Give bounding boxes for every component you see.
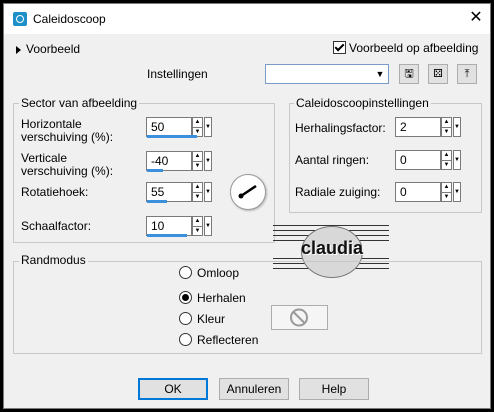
v-offset-input[interactable]: -40 [146,151,192,171]
edge-option-repeat-label: Herhalen [197,291,246,305]
screenshot-frame: Caleidoscoop ✕ Voorbeeld Voorbeeld op af… [0,0,494,412]
repeat-spinner[interactable]: ▲ ▼ [441,117,452,137]
reset-preset-button[interactable]: ⤒ [457,64,477,84]
edge-option-repeat[interactable]: Herhalen [179,291,246,305]
spin-up-icon[interactable]: ▲ [442,151,451,161]
rotation-input[interactable]: 55 [146,182,192,202]
radio-color[interactable] [179,312,192,325]
edge-option-wrap-label: Omloop [197,266,240,280]
dice-icon: ⚄ [433,68,443,80]
expand-triangle-icon [16,45,21,54]
rotation-dial[interactable] [230,174,266,210]
presets-combo[interactable]: ▼ [265,64,389,84]
h-offset-label-line2: verschuiving (%): [21,130,114,144]
spin-down-icon[interactable]: ▼ [193,193,202,202]
spin-up-icon[interactable]: ▲ [193,217,202,227]
repeat-label: Herhalingsfactor: [295,121,386,135]
rings-input[interactable]: 0 [395,150,441,170]
spin-down-icon[interactable]: ▼ [193,162,202,171]
spin-up-icon[interactable]: ▲ [442,183,451,193]
spin-down-icon[interactable]: ▼ [442,161,451,170]
random-preset-button[interactable]: ⚄ [428,64,448,84]
h-offset-label-line1: Horizontale [21,117,82,131]
app-icon [13,12,27,26]
v-offset-slider[interactable] [147,169,163,172]
edge-option-color[interactable]: Kleur [179,312,225,326]
rings-spinner[interactable]: ▲ ▼ [441,150,452,170]
preview-toggle[interactable]: Voorbeeld [16,42,80,56]
scale-label: Schaalfactor: [21,219,92,233]
rings-label: Aantal ringen: [295,153,370,167]
checkmark-icon [334,41,345,52]
v-offset-label-line1: Verticale [21,151,68,165]
presets-label: Instellingen [147,67,208,81]
kaleido-group-title: Caleidoscoopinstellingen [294,96,431,110]
sector-group-title: Sector van afbeelding [19,96,140,110]
spin-up-icon[interactable]: ▲ [442,118,451,128]
chevron-down-icon[interactable]: ▼ [372,65,388,83]
rotation-spinner[interactable]: ▲ ▼ [192,182,203,202]
radio-wrap[interactable] [179,266,192,279]
preview-on-image-label: Voorbeeld op afbeelding [349,41,479,55]
scale-slider[interactable] [147,234,187,237]
edge-color-swatch[interactable] [271,305,328,330]
preview-on-image-option[interactable]: Voorbeeld op afbeelding [333,41,478,55]
title-bar[interactable]: Caleidoscoop ✕ [4,4,490,34]
preview-toggle-label: Voorbeeld [26,42,81,56]
h-offset-input[interactable]: 50 [146,117,192,137]
repeat-dropdown[interactable]: ▼ [453,117,461,137]
spin-up-icon[interactable]: ▲ [193,118,202,128]
dial-needle-icon [238,184,257,199]
h-offset-spinner[interactable]: ▲ ▼ [192,117,203,137]
help-button[interactable]: Help [299,378,369,400]
rotation-slider[interactable] [147,200,167,203]
scale-dropdown[interactable]: ▼ [204,216,212,236]
spin-down-icon[interactable]: ▼ [193,227,202,236]
watermark-text: claudia [300,238,364,258]
no-entry-icon [290,308,308,327]
reset-icon: ⤒ [464,68,470,80]
preview-on-image-checkbox[interactable] [333,41,346,54]
spin-up-icon[interactable]: ▲ [193,183,202,193]
radio-reflect[interactable] [179,333,192,346]
edge-option-reflect-label: Reflecteren [197,333,259,347]
v-offset-dropdown[interactable]: ▼ [204,151,212,171]
h-offset-dropdown[interactable]: ▼ [204,117,212,137]
spin-up-icon[interactable]: ▲ [193,152,202,162]
save-preset-button[interactable]: 🖫 [399,64,419,84]
spin-down-icon[interactable]: ▼ [442,128,451,137]
spin-down-icon[interactable]: ▼ [442,193,451,202]
floppy-disk-icon: 🖫 [404,68,414,80]
rotation-dropdown[interactable]: ▼ [204,182,212,202]
scale-spinner[interactable]: ▲ ▼ [192,216,203,236]
close-icon[interactable]: ✕ [465,7,487,29]
edge-option-reflect[interactable]: Reflecteren [179,333,258,347]
v-offset-spinner[interactable]: ▲ ▼ [192,151,203,171]
suction-label: Radiale zuiging: [295,185,381,199]
scale-input[interactable]: 10 [146,216,192,236]
suction-dropdown[interactable]: ▼ [453,182,461,202]
edge-option-color-label: Kleur [197,312,226,326]
rotation-label: Rotatiehoek: [21,185,89,199]
rings-dropdown[interactable]: ▼ [453,150,461,170]
ok-button[interactable]: OK [138,378,208,400]
h-offset-slider[interactable] [147,135,197,138]
edge-option-wrap[interactable]: Omloop [179,266,239,280]
window-title: Caleidoscoop [33,12,106,26]
radio-repeat[interactable] [179,291,192,304]
cancel-button[interactable]: Annuleren [219,378,289,400]
edge-mode-title: Randmodus [19,253,88,267]
suction-spinner[interactable]: ▲ ▼ [441,182,452,202]
repeat-input[interactable]: 2 [395,117,441,137]
dialog-window: Caleidoscoop ✕ Voorbeeld Voorbeeld op af… [3,3,491,409]
v-offset-label-line2: verschuiving (%): [21,164,114,178]
suction-input[interactable]: 0 [395,182,441,202]
